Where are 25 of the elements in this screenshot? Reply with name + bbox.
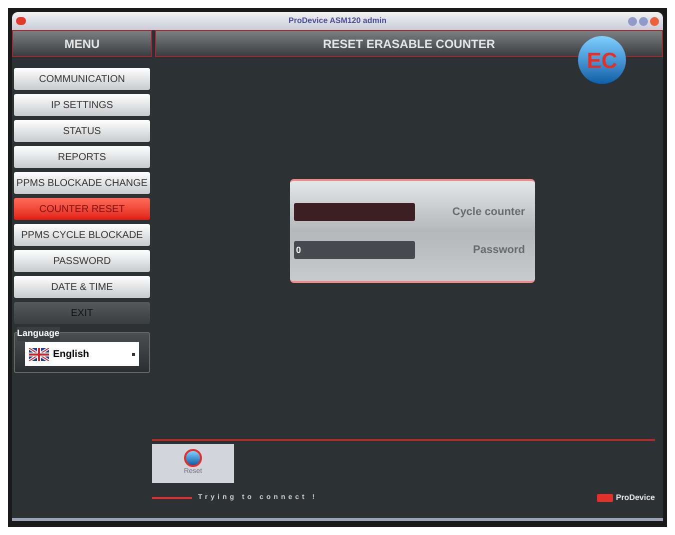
menu-item[interactable]: IP SETTINGS	[14, 94, 150, 116]
field-label: Password	[473, 242, 525, 258]
menu-item[interactable]: DATE & TIME	[14, 276, 150, 298]
window-title: ProDevice ASM120 admin	[288, 15, 386, 27]
field-label: Cycle counter	[452, 204, 525, 220]
app-icon	[16, 17, 26, 25]
menu-item[interactable]: PPMS CYCLE BLOCKADE	[14, 224, 150, 246]
brand-icon	[596, 494, 613, 502]
language-dropdown[interactable]: English	[25, 342, 139, 366]
menu-item[interactable]: STATUS	[14, 120, 150, 142]
menu-item[interactable]: COMMUNICATION	[14, 68, 150, 90]
maximize-button[interactable]	[639, 16, 648, 26]
close-button[interactable]	[650, 16, 659, 26]
brand-name: ProDevice	[616, 492, 655, 504]
menu-item[interactable]: PPMS BLOCKADE CHANGE	[14, 172, 150, 194]
language-label: Language	[17, 327, 60, 340]
logo-icon	[184, 449, 202, 468]
input-field[interactable]: 0	[294, 241, 415, 259]
menu-item[interactable]: PASSWORD	[14, 250, 150, 272]
menu-item[interactable]: REPORTS	[14, 146, 150, 168]
menu-header: MENU	[12, 30, 152, 57]
flag-icon	[29, 348, 49, 360]
status-line	[152, 497, 192, 499]
minimize-button[interactable]	[628, 16, 637, 26]
input-field[interactable]	[294, 203, 415, 221]
